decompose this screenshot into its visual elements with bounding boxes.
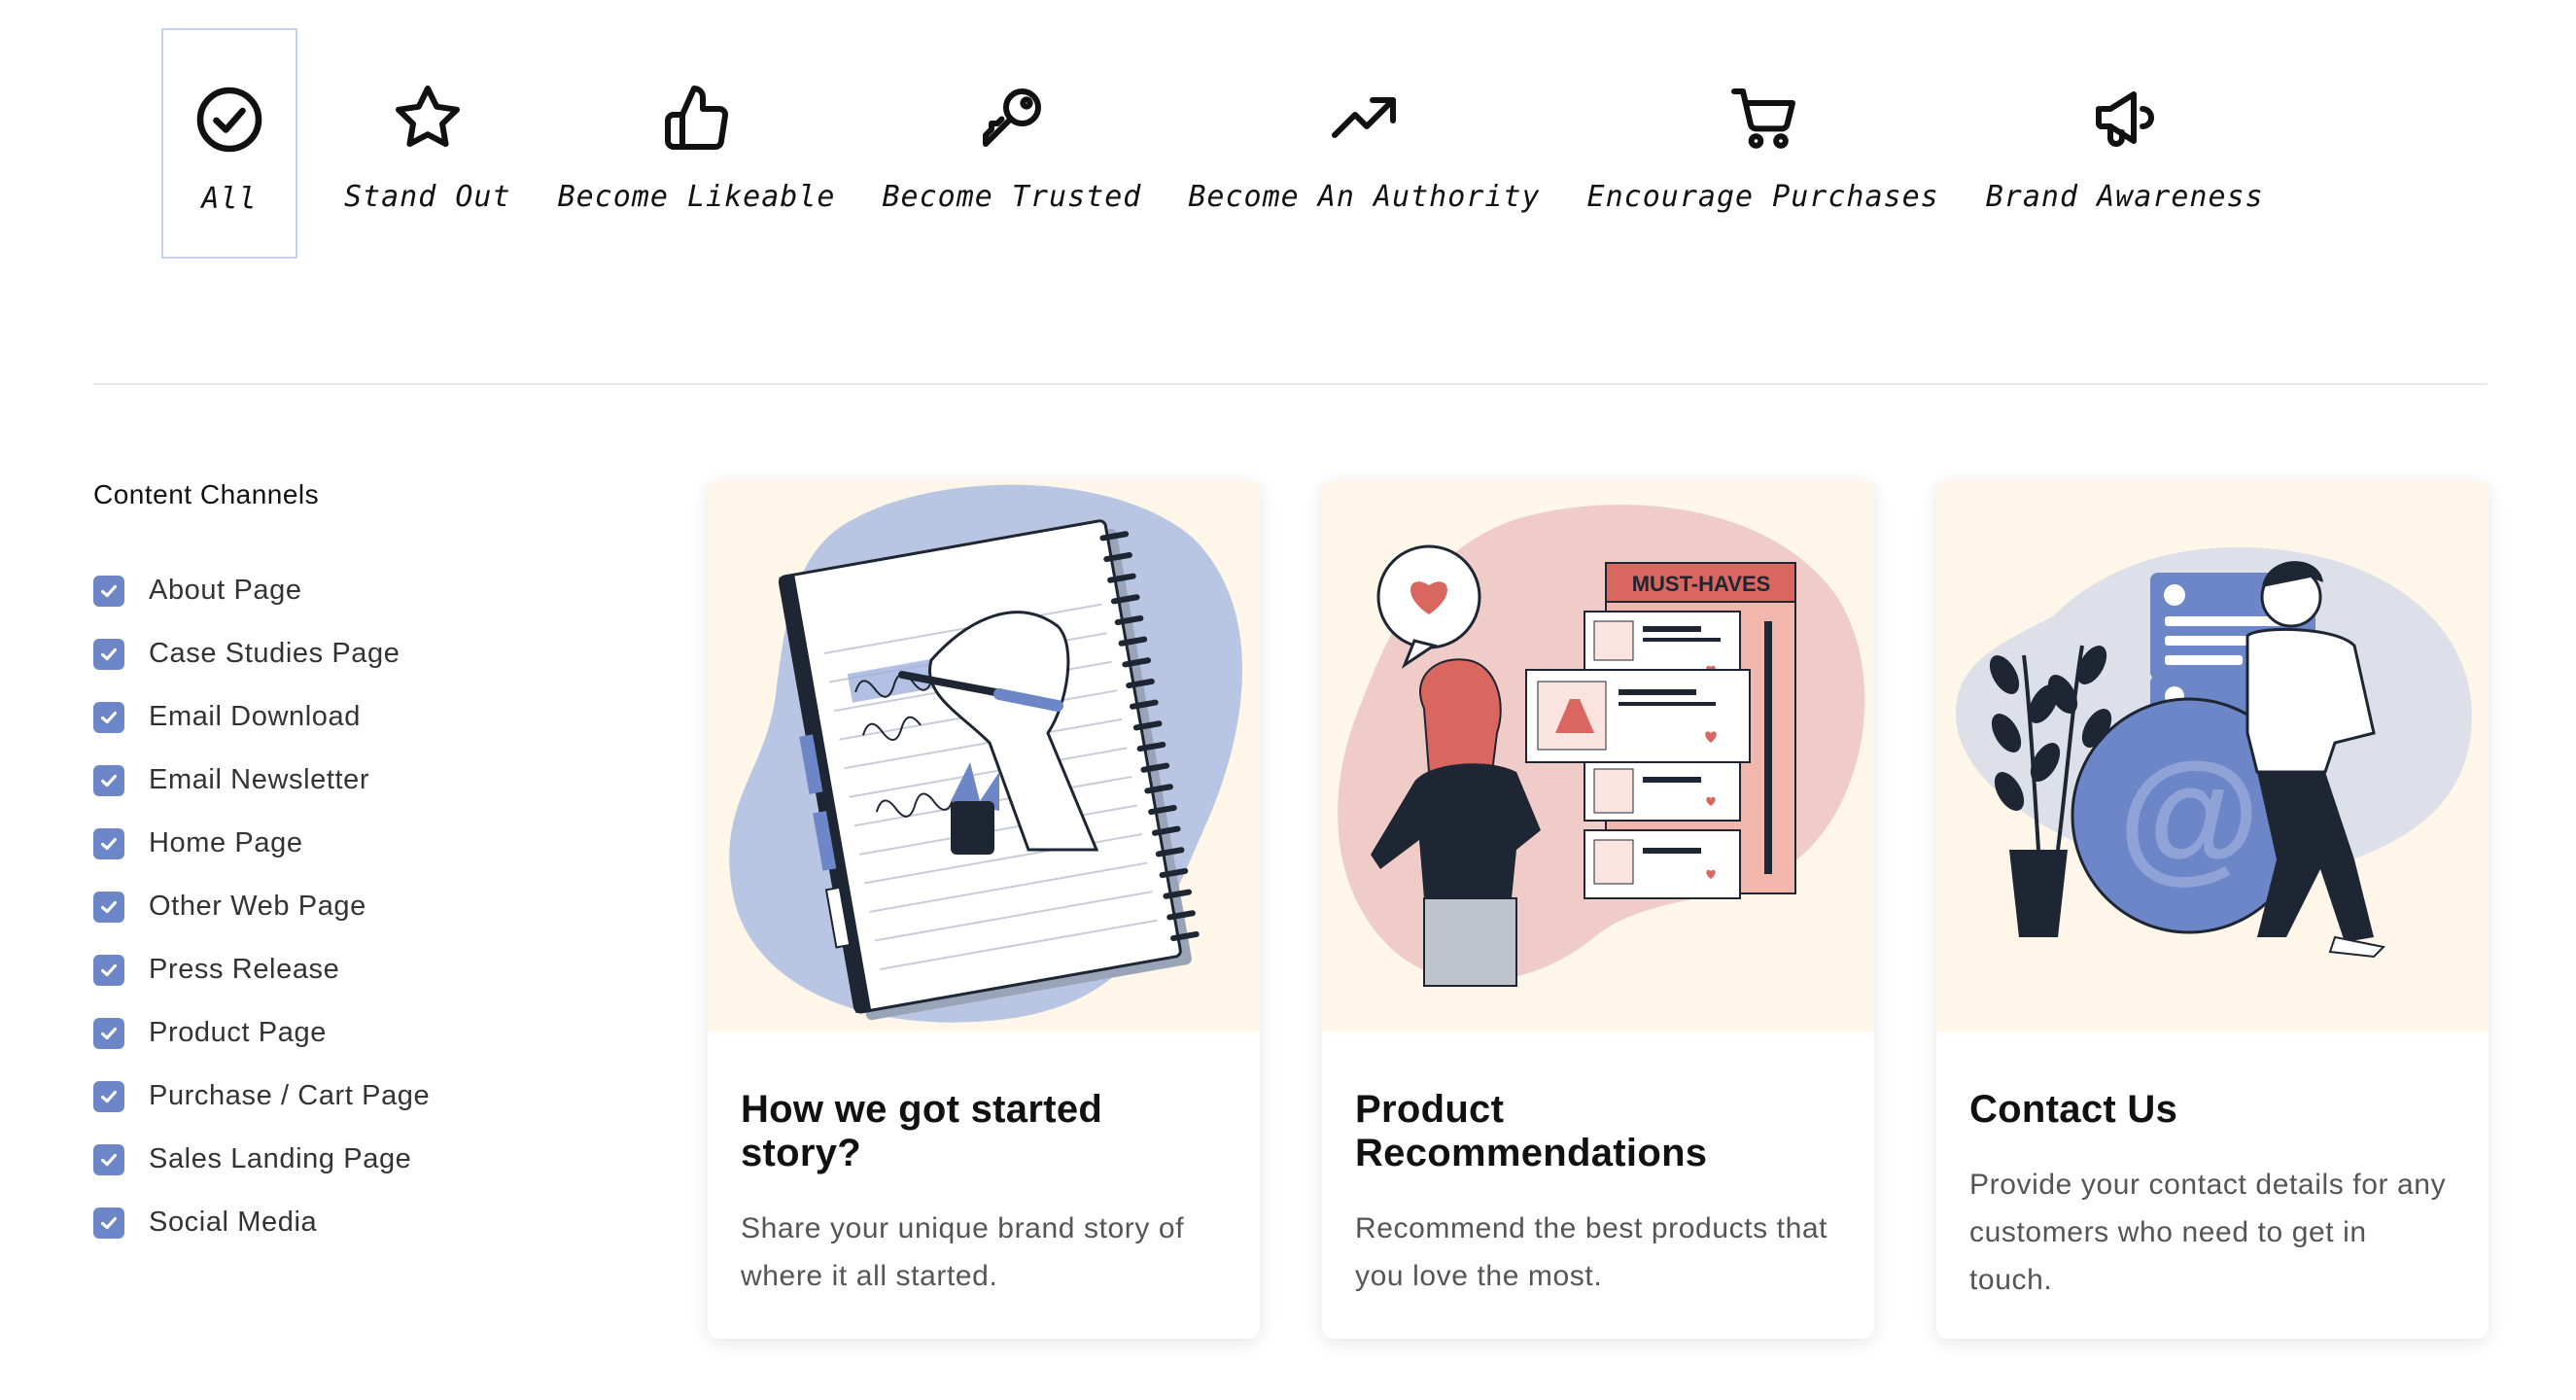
checkbox[interactable]: [93, 891, 124, 923]
at-symbol: @: [2118, 732, 2260, 895]
check-icon: [101, 963, 117, 976]
checkbox[interactable]: [93, 1143, 124, 1175]
check-icon: [101, 837, 117, 850]
key-icon: [973, 79, 1051, 157]
cart-icon: [1724, 79, 1802, 157]
trending-up-icon: [1325, 79, 1403, 157]
channel-item-press-release[interactable]: Press Release: [93, 938, 599, 1001]
checkbox[interactable]: [93, 827, 124, 859]
checkbox[interactable]: [93, 701, 124, 733]
checkbox[interactable]: [93, 764, 124, 796]
checkbox[interactable]: [93, 575, 124, 607]
content-cards: How we got started story? Share your uni…: [708, 480, 2489, 1339]
filter-tab-label: Brand Awareness: [1985, 180, 2264, 214]
channel-label: Social Media: [149, 1207, 318, 1238]
check-icon: [101, 774, 117, 787]
channel-label: Case Studies Page: [149, 638, 400, 669]
channel-list: About Page Case Studies Page Email Downl…: [93, 559, 599, 1254]
checkbox[interactable]: [93, 638, 124, 670]
channel-item-home-page[interactable]: Home Page: [93, 812, 599, 875]
filter-tab-label: All: [201, 182, 258, 216]
card-description: Recommend the best products that you lov…: [1355, 1212, 1828, 1292]
filter-tab-become-trusted[interactable]: Become Trusted: [883, 28, 1142, 259]
channel-item-email-newsletter[interactable]: Email Newsletter: [93, 749, 599, 812]
filter-tab-label: Stand Out: [344, 180, 511, 214]
channel-item-about-page[interactable]: About Page: [93, 559, 599, 622]
channel-label: Email Newsletter: [149, 764, 370, 795]
card-title: How we got started story?: [741, 1088, 1103, 1174]
channel-label: Sales Landing Page: [149, 1143, 412, 1174]
check-icon: [101, 1216, 117, 1229]
contact-email-illustration: @: [1936, 480, 2489, 1032]
filter-tab-stand-out[interactable]: Stand Out: [344, 28, 511, 259]
filter-bar: All Stand Out Become Likeable Become Tru…: [161, 28, 2264, 259]
check-icon: [101, 1090, 117, 1102]
megaphone-icon: [2086, 79, 2164, 157]
check-icon: [101, 1027, 117, 1039]
check-icon: [101, 648, 117, 660]
channel-label: Other Web Page: [149, 891, 366, 922]
channel-label: Email Download: [149, 701, 361, 732]
channel-label: Press Release: [149, 954, 340, 985]
filter-tab-become-likeable[interactable]: Become Likeable: [558, 28, 836, 259]
channel-item-social-media[interactable]: Social Media: [93, 1191, 599, 1254]
checkbox[interactable]: [93, 1017, 124, 1049]
channel-item-case-studies-page[interactable]: Case Studies Page: [93, 622, 599, 685]
channel-label: Home Page: [149, 827, 303, 858]
check-circle-icon: [191, 81, 268, 158]
divider: [93, 383, 2488, 385]
thumbs-up-icon: [658, 79, 736, 157]
filter-tab-label: Become An Authority: [1188, 180, 1541, 214]
channel-label: About Page: [149, 575, 302, 606]
checkbox[interactable]: [93, 1207, 124, 1239]
card-description: Provide your contact details for any cus…: [1969, 1169, 2447, 1296]
filter-tab-all[interactable]: All: [161, 28, 297, 259]
card-product-recommendations[interactable]: MUST-HAVES Product Recommendations Recom…: [1322, 480, 1874, 1339]
filter-tab-brand-awareness[interactable]: Brand Awareness: [1986, 28, 2264, 259]
checkbox[interactable]: [93, 954, 124, 986]
sidebar-title: Content Channels: [93, 479, 320, 509]
channel-item-email-download[interactable]: Email Download: [93, 685, 599, 749]
filter-tab-label: Become Trusted: [882, 180, 1142, 214]
card-title: Contact Us: [1969, 1088, 2178, 1131]
card-brand-story[interactable]: How we got started story? Share your uni…: [708, 480, 1260, 1339]
checkbox[interactable]: [93, 1080, 124, 1112]
check-icon: [101, 584, 117, 597]
filter-tab-encourage-purchases[interactable]: Encourage Purchases: [1587, 28, 1939, 259]
card-description: Share your unique brand story of where i…: [741, 1212, 1185, 1292]
filter-tab-become-an-authority[interactable]: Become An Authority: [1188, 28, 1540, 259]
channel-item-product-page[interactable]: Product Page: [93, 1001, 599, 1065]
channel-item-purchase-cart-page[interactable]: Purchase / Cart Page: [93, 1065, 599, 1128]
check-icon: [101, 711, 117, 723]
channel-item-other-web-page[interactable]: Other Web Page: [93, 875, 599, 938]
filter-tab-label: Become Likeable: [557, 180, 836, 214]
channel-item-sales-landing-page[interactable]: Sales Landing Page: [93, 1128, 599, 1191]
card-title: Product Recommendations: [1355, 1088, 1708, 1174]
must-haves-banner: MUST-HAVES: [1632, 572, 1771, 596]
check-icon: [101, 900, 117, 913]
filter-tab-label: Encourage Purchases: [1586, 180, 1939, 214]
channel-label: Product Page: [149, 1017, 327, 1048]
card-contact-us[interactable]: @ Contact Us Provide your contact detail…: [1936, 480, 2489, 1339]
channel-label: Purchase / Cart Page: [149, 1080, 431, 1111]
check-icon: [101, 1153, 117, 1166]
notebook-writing-illustration: [708, 480, 1260, 1032]
content-channels-sidebar: Content Channels About Page Case Studies…: [93, 479, 599, 1254]
star-icon: [389, 79, 467, 157]
shopping-wishlist-illustration: MUST-HAVES: [1322, 480, 1874, 1032]
